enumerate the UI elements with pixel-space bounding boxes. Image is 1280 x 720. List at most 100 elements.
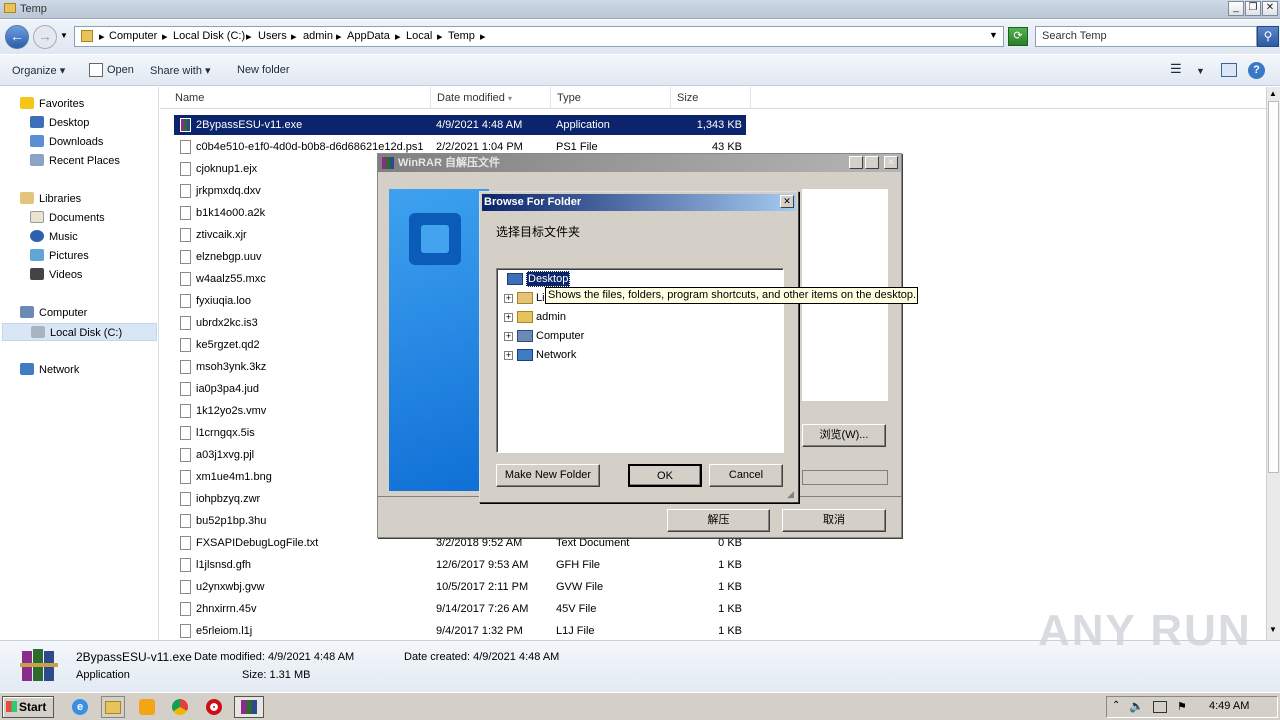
file-icon [180, 360, 191, 374]
breadcrumb-local[interactable]: Local [406, 30, 432, 42]
tree-item-network[interactable]: + Network [497, 346, 783, 364]
breadcrumb-computer[interactable]: Computer [109, 30, 157, 42]
file-row[interactable]: 2hnxirrn.45v 9/14/2017 7:26 AM 45V File 1 K… [174, 599, 746, 619]
address-dropdown-icon[interactable]: ▼ [989, 30, 998, 40]
file-row[interactable]: u2ynxwbj.gvw 10/5/2017 2:11 PM GVW File 1 K… [174, 577, 746, 597]
nav-local-disk[interactable]: Local Disk (C:) [2, 323, 157, 341]
winrar-minimize-button[interactable]: _ [849, 156, 863, 169]
breadcrumb-appdata[interactable]: AppData [347, 30, 390, 42]
winrar-cancel-button[interactable]: 取消 [782, 509, 886, 532]
show-hidden-icons-icon[interactable]: ⌃ [1112, 700, 1120, 711]
back-button[interactable]: ← [5, 25, 29, 49]
extract-button[interactable]: 解压 [667, 509, 770, 532]
column-size[interactable]: Size [671, 87, 751, 109]
expand-icon[interactable]: + [504, 332, 513, 341]
address-box[interactable]: ▸ Computer ▸ Local Disk (C:) ▸ Users ▸ a… [74, 26, 1004, 47]
opera-icon[interactable] [202, 696, 226, 718]
column-date-label: Date modified [437, 92, 505, 104]
nav-network[interactable]: Network [20, 361, 79, 379]
network-tray-icon[interactable] [1153, 701, 1167, 713]
network-icon [20, 363, 34, 375]
browse-prompt: 选择目标文件夹 [496, 225, 581, 239]
sort-desc-icon: ▾ [507, 94, 512, 103]
file-icon [180, 294, 191, 308]
explorer-taskbar-icon[interactable] [101, 696, 125, 718]
nav-computer[interactable]: Computer [20, 304, 87, 322]
volume-icon[interactable]: 🔈 [1129, 699, 1144, 713]
recent-pages-icon[interactable]: ▼ [60, 31, 68, 40]
nav-pictures[interactable]: Pictures [30, 247, 89, 265]
file-row[interactable]: e5rleiom.l1j 9/4/2017 1:32 PM L1J File 1 KB [174, 621, 746, 641]
refresh-icon[interactable]: ⟳ [1008, 27, 1028, 46]
search-icon[interactable]: ⚲ [1257, 26, 1279, 47]
file-row[interactable]: l1jlsnsd.gfh 12/6/2017 9:53 AM GFH File 1 K… [174, 555, 746, 575]
file-icon [180, 184, 191, 198]
file-date: 9/14/2017 7:26 AM [436, 603, 529, 615]
close-button[interactable]: ✕ [1262, 1, 1278, 16]
nav-favorites[interactable]: Favorites [20, 95, 84, 113]
browse-cancel-button[interactable]: Cancel [709, 464, 783, 487]
column-type[interactable]: Type [551, 87, 671, 109]
window-titlebar: Temp _ ❐ ✕ [0, 0, 1280, 19]
resize-grip-icon[interactable]: ◢ [787, 489, 794, 500]
ok-button[interactable]: OK [628, 464, 702, 487]
clock[interactable]: 4:49 AM [1209, 700, 1249, 712]
forward-button[interactable]: → [33, 25, 57, 49]
nav-desktop[interactable]: Desktop [30, 114, 89, 132]
ie-icon[interactable]: e [68, 696, 92, 718]
file-row[interactable]: 2BypassESU-v11.exe 4/9/2021 4:48 AM Applic… [174, 115, 746, 135]
breadcrumb-temp[interactable]: Temp [448, 30, 475, 42]
videos-icon [30, 268, 44, 280]
breadcrumb-users[interactable]: Users [258, 30, 287, 42]
vertical-scrollbar[interactable]: ▲ ▼ [1266, 87, 1280, 640]
nav-music[interactable]: Music [30, 228, 78, 246]
breadcrumb-admin[interactable]: admin [303, 30, 333, 42]
expand-icon[interactable]: + [504, 351, 513, 360]
nav-libraries[interactable]: Libraries [20, 190, 81, 208]
scroll-down-icon[interactable]: ▼ [1269, 625, 1277, 634]
computer-icon [517, 330, 533, 342]
tree-item-computer[interactable]: + Computer [497, 327, 783, 345]
winrar-close-button[interactable]: ✕ [884, 156, 898, 169]
nav-documents[interactable]: Documents [30, 209, 105, 227]
breadcrumb-separator: ▸ [480, 31, 486, 43]
tree-item-desktop[interactable]: Desktop [497, 270, 783, 288]
expand-icon[interactable]: + [504, 294, 513, 303]
scroll-thumb[interactable] [1268, 101, 1279, 473]
winrar-maximize-button[interactable]: □ [865, 156, 879, 169]
file-name: ia0p3pa4.jud [196, 383, 260, 395]
open-button[interactable]: Open [107, 64, 134, 76]
scroll-up-icon[interactable]: ▲ [1269, 89, 1277, 98]
preview-pane-icon[interactable] [1221, 63, 1237, 77]
winrar-taskbar-icon[interactable] [234, 696, 264, 718]
organize-menu[interactable]: Organize ▾ [12, 64, 65, 77]
action-center-icon[interactable]: ⚑ [1177, 700, 1187, 713]
help-icon[interactable]: ? [1248, 62, 1265, 79]
search-input[interactable]: Search Temp [1035, 26, 1257, 47]
expand-icon[interactable]: + [504, 313, 513, 322]
new-folder-button[interactable]: New folder [237, 64, 290, 76]
start-button[interactable]: Start [2, 696, 54, 718]
destination-field[interactable] [802, 470, 888, 485]
make-new-folder-button[interactable]: Make New Folder [496, 464, 600, 487]
chrome-icon[interactable] [168, 696, 192, 718]
winrar-browse-button[interactable]: 浏览(W)... [802, 424, 886, 447]
nav-videos[interactable]: Videos [30, 266, 82, 284]
media-player-icon[interactable] [135, 696, 159, 718]
file-name: b1k14o00.a2k [196, 207, 266, 219]
file-type: L1J File [556, 625, 595, 637]
nav-recent-places[interactable]: Recent Places [30, 152, 120, 170]
file-icon [180, 580, 191, 594]
view-options-icon[interactable]: ☰ [1170, 61, 1182, 77]
view-dropdown-icon[interactable]: ▼ [1196, 66, 1205, 76]
browse-close-button[interactable]: ✕ [780, 195, 794, 208]
breadcrumb-local-disk[interactable]: Local Disk (C:) [173, 30, 245, 42]
column-date-modified[interactable]: Date modified ▾ [431, 87, 551, 109]
nav-downloads[interactable]: Downloads [30, 133, 103, 151]
tree-item-admin[interactable]: + admin [497, 308, 783, 326]
desktop-icon [30, 116, 44, 128]
share-with-menu[interactable]: Share with ▾ [150, 64, 211, 77]
restore-button[interactable]: ❐ [1245, 1, 1261, 16]
column-name[interactable]: Name [169, 87, 431, 109]
minimize-button[interactable]: _ [1228, 1, 1244, 16]
